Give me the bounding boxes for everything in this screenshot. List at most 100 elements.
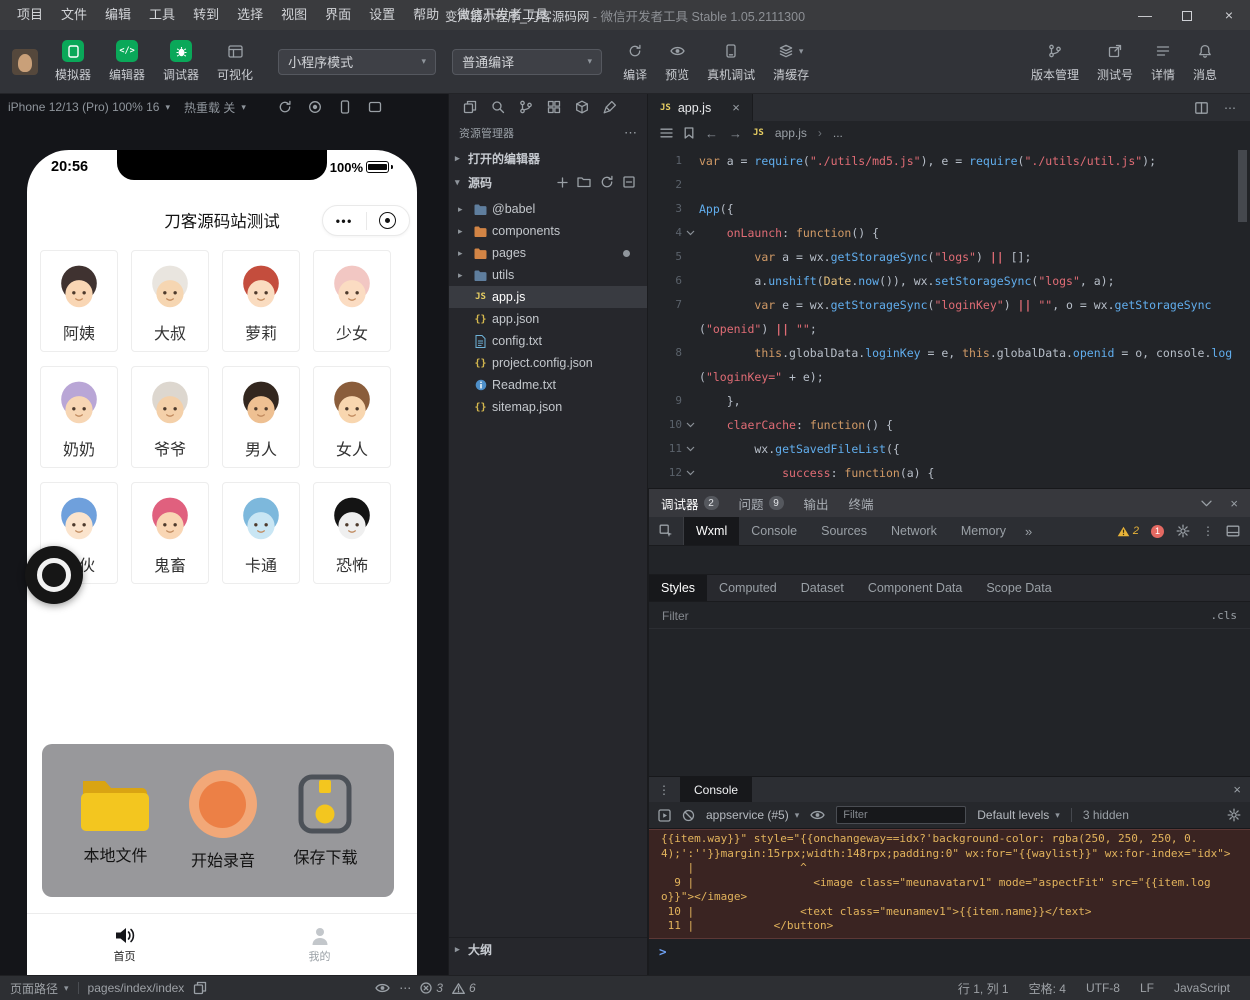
panel-tab-output[interactable]: 输出 (804, 494, 829, 513)
visualizer-button[interactable]: 可视化 (208, 30, 262, 93)
refresh-icon[interactable] (278, 100, 292, 114)
forward-icon[interactable]: → (729, 126, 742, 141)
list-icon[interactable] (660, 128, 673, 138)
-button[interactable]: 版本管理 (1022, 30, 1088, 93)
warning-count[interactable]: 2 (1117, 525, 1139, 537)
devtools-tab-network[interactable]: Network (879, 517, 949, 545)
fold-icon[interactable] (682, 437, 699, 461)
voice-card-10[interactable]: 鬼畜 (131, 482, 209, 584)
menubar-item-7[interactable]: 视图 (272, 0, 316, 30)
inspector-tab-component-data[interactable]: Component Data (856, 575, 975, 601)
console-prompt[interactable]: > (659, 944, 667, 959)
devtools-tab-sources[interactable]: Sources (809, 517, 879, 545)
menubar-item-8[interactable]: 界面 (316, 0, 360, 30)
eye-icon[interactable] (810, 810, 825, 820)
tab-profile[interactable]: 我的 (222, 914, 417, 975)
console-settings-icon[interactable] (1227, 808, 1241, 822)
editor-more-icon[interactable]: ⋯ (1224, 101, 1236, 115)
branch-icon[interactable] (519, 100, 533, 114)
kebab-menu-icon[interactable]: ⋮ (1202, 524, 1214, 538)
tree-item-utils[interactable]: ▸utils (449, 264, 647, 286)
voice-card-12[interactable]: 恐怖 (313, 482, 391, 584)
tree-item-app-js[interactable]: JSapp.js (449, 286, 647, 308)
-button[interactable]: 详情 (1142, 30, 1184, 93)
refresh-explorer-icon[interactable] (600, 175, 614, 189)
more-tabs-icon[interactable]: » (1018, 517, 1039, 545)
panel-tab-debugger[interactable]: 调试器2 (661, 494, 719, 513)
console-filter-input[interactable] (836, 806, 966, 824)
new-folder-icon[interactable] (577, 176, 591, 188)
-button[interactable]: 真机调试 (698, 30, 764, 93)
compile-mode-dropdown[interactable]: 普通编译 ▾ (452, 49, 602, 75)
menubar-item-2[interactable]: 文件 (52, 0, 96, 30)
menubar-item-1[interactable]: 项目 (8, 0, 52, 30)
fold-icon[interactable] (682, 221, 699, 245)
copy-path-icon[interactable] (193, 981, 207, 995)
mode-dropdown[interactable]: 小程序模式 ▾ (278, 49, 436, 75)
-button[interactable]: ▾清缓存 (764, 30, 818, 93)
encoding[interactable]: UTF-8 (1086, 981, 1120, 995)
user-avatar[interactable] (12, 49, 38, 75)
tree-item-sitemap-json[interactable]: {}sitemap.json (449, 396, 647, 418)
close-tab-icon[interactable]: × (732, 100, 740, 115)
breadcrumb-file[interactable]: app.js (775, 126, 807, 140)
cls-button[interactable]: .cls (1211, 609, 1238, 622)
menubar-item-4[interactable]: 工具 (140, 0, 184, 30)
menubar-item-10[interactable]: 帮助 (404, 0, 448, 30)
hot-reload-toggle[interactable]: 热重载 关▾ (184, 99, 246, 116)
inspector-tab-dataset[interactable]: Dataset (789, 575, 856, 601)
bookmark-icon[interactable] (684, 127, 694, 139)
tree-item-config-txt[interactable]: config.txt (449, 330, 647, 352)
dock-side-icon[interactable] (1226, 525, 1240, 537)
phone-icon[interactable] (338, 100, 352, 114)
tree-item-app-json[interactable]: {}app.json (449, 308, 647, 330)
voice-card-11[interactable]: 卡通 (222, 482, 300, 584)
editor-button[interactable]: </>编辑器 (100, 30, 154, 93)
save-download-button[interactable]: 保存下载 (293, 773, 357, 868)
close-panel-icon[interactable]: × (1230, 496, 1238, 511)
open-editors-section[interactable]: ▸ 打开的编辑器 (449, 146, 647, 170)
voice-card-1[interactable]: 阿姨 (40, 250, 118, 352)
editor-scrollbar[interactable] (1238, 150, 1247, 222)
tree-item-project-config-json[interactable]: {}project.config.json (449, 352, 647, 374)
console-kebab-icon[interactable]: ⋮ (658, 783, 670, 797)
source-root-section[interactable]: ▾ 源码 (449, 170, 647, 194)
grid-icon[interactable] (547, 100, 561, 114)
voice-card-8[interactable]: 女人 (313, 366, 391, 468)
outline-section[interactable]: ▸ 大纲 (449, 937, 647, 961)
voice-card-7[interactable]: 男人 (222, 366, 300, 468)
-button[interactable]: 消息 (1184, 30, 1226, 93)
indentation[interactable]: 空格: 4 (1029, 980, 1066, 997)
eval-context-icon[interactable] (658, 809, 671, 822)
close-icon[interactable]: × (1208, 0, 1250, 30)
-button[interactable]: 编译 (614, 30, 656, 93)
minimize-icon[interactable]: — (1124, 0, 1166, 30)
debugger-button[interactable]: 调试器 (154, 30, 208, 93)
back-icon[interactable]: ← (705, 126, 718, 141)
devtools-tab-console[interactable]: Console (739, 517, 809, 545)
tree-item-@babel[interactable]: ▸@babel (449, 198, 647, 220)
-button[interactable]: 预览 (656, 30, 698, 93)
breadcrumb-more[interactable]: ... (833, 126, 843, 140)
inspector-tab-scope-data[interactable]: Scope Data (974, 575, 1063, 601)
fold-icon[interactable] (682, 461, 699, 485)
code-editor[interactable]: 1var a = require("./utils/md5.js"), e = … (648, 145, 1250, 488)
log-levels-dropdown[interactable]: Default levels ▾ (977, 808, 1060, 822)
more-menu-button[interactable]: ••• (323, 215, 366, 227)
maximize-icon[interactable] (1166, 0, 1208, 30)
styles-filter[interactable]: Filter (662, 609, 689, 623)
voice-card-6[interactable]: 爷爷 (131, 366, 209, 468)
language-mode[interactable]: JavaScript (1174, 981, 1230, 995)
collapse-panel-icon[interactable] (1201, 500, 1212, 507)
menubar-item-6[interactable]: 选择 (228, 0, 272, 30)
console-output[interactable]: {{item.way}}" style="{{onchangeway==idx?… (649, 829, 1250, 976)
package-icon[interactable] (575, 100, 589, 114)
devtools-tab-wxml[interactable]: Wxml (684, 517, 739, 545)
voice-card-3[interactable]: 萝莉 (222, 250, 300, 352)
tree-item-readme-txt[interactable]: Readme.txt (449, 374, 647, 396)
fold-icon[interactable] (682, 413, 699, 437)
eol[interactable]: LF (1140, 981, 1154, 995)
error-indicator[interactable]: 3 (420, 981, 443, 995)
menubar-item-5[interactable]: 转到 (184, 0, 228, 30)
search-icon[interactable] (491, 100, 505, 114)
